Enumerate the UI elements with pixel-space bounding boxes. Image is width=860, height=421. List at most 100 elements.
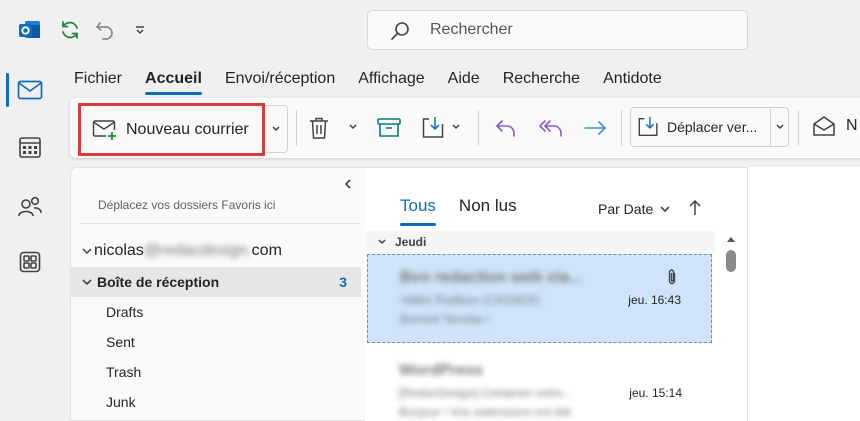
message-sender: WordPress: [399, 362, 484, 379]
move-to-button[interactable]: [421, 115, 447, 141]
rail-active-indicator: [6, 73, 9, 107]
message-time: jeu. 16:43: [628, 293, 681, 307]
move-folder-icon: [638, 116, 658, 136]
archive-icon: [377, 118, 401, 137]
reply-all-icon: [539, 120, 562, 137]
tab-all[interactable]: Tous: [400, 196, 436, 226]
delete-dropdown[interactable]: [347, 120, 359, 134]
folder-inbox[interactable]: Boîte de réception 3: [71, 267, 361, 297]
apps-icon: [19, 251, 41, 273]
group-label: Jeudi: [395, 235, 427, 249]
folder-label: Drafts: [106, 304, 144, 320]
arrow-up-icon[interactable]: [688, 199, 702, 217]
chevron-down-icon: [378, 239, 386, 245]
new-mail-button[interactable]: Nouveau courrier: [78, 103, 265, 156]
new-mail-dropdown[interactable]: [265, 105, 288, 153]
new-mail-label: Nouveau courrier: [126, 120, 249, 138]
chevron-down-icon: [776, 124, 784, 130]
trash-icon: [310, 117, 328, 139]
message-preview: Bonsoir Nicolas !: [400, 312, 491, 326]
favorites-divider: [81, 223, 359, 224]
message-item[interactable]: WordPress [RedacDesign] Certaines votre.…: [367, 348, 712, 421]
sort-label: Par Date: [598, 201, 654, 217]
customize-toolbar-icon[interactable]: [128, 18, 152, 42]
people-icon: [18, 196, 42, 217]
ribbon-divider: [621, 110, 622, 146]
message-item[interactable]: Bvo redaction web via... Valkie Radlase …: [367, 254, 712, 343]
rail-calendar[interactable]: [0, 122, 60, 172]
mail-icon: [17, 80, 43, 100]
chevron-left-icon[interactable]: [343, 178, 353, 190]
folder-drafts[interactable]: Drafts: [71, 297, 361, 327]
message-subject: [RedacDesign] Certaines votre...: [399, 386, 573, 400]
mark-read-button[interactable]: N: [812, 115, 858, 137]
account-header[interactable]: nicolas @redacdesign. com: [81, 242, 282, 260]
message-time: jeu. 15:14: [629, 386, 682, 400]
app-rail: [0, 60, 60, 421]
favorites-hint: Déplacez vos dossiers Favoris ici: [98, 198, 276, 212]
menu-tabs: Fichier Accueil Envoi/réception Affichag…: [74, 70, 685, 95]
account-name-suffix: com: [251, 242, 282, 259]
forward-button[interactable]: [583, 115, 609, 141]
new-mail-icon: [92, 119, 116, 140]
attachment-icon: [668, 269, 676, 285]
outlook-logo-icon: [19, 19, 41, 41]
folder-label: Sent: [106, 334, 135, 350]
tab-aide[interactable]: Aide: [448, 70, 480, 92]
ribbon-divider: [296, 110, 297, 146]
message-filter-tabs: Tous Non lus: [400, 196, 540, 226]
rail-apps[interactable]: [0, 237, 60, 287]
tab-accueil[interactable]: Accueil: [145, 70, 202, 95]
scroll-up-icon[interactable]: [725, 234, 737, 244]
folder-trash[interactable]: Trash: [71, 357, 361, 387]
calendar-icon: [19, 137, 41, 158]
title-bar: Rechercher: [0, 0, 860, 60]
tab-antidote[interactable]: Antidote: [603, 70, 662, 92]
group-header[interactable]: Jeudi: [365, 231, 715, 253]
tab-envoi-reception[interactable]: Envoi/réception: [225, 70, 335, 92]
chevron-down-icon: [272, 126, 280, 132]
message-list-scrollbar[interactable]: [725, 234, 737, 421]
reply-icon: [496, 120, 515, 137]
scrollbar-thumb[interactable]: [726, 250, 736, 272]
tab-fichier[interactable]: Fichier: [74, 70, 122, 92]
reply-all-button[interactable]: [538, 115, 564, 141]
reply-button[interactable]: [493, 115, 519, 141]
folder-label: Junk: [106, 394, 136, 410]
ribbon-divider: [798, 110, 799, 146]
search-input[interactable]: Rechercher: [367, 10, 748, 50]
folder-junk[interactable]: Junk: [71, 387, 361, 417]
message-preview: Bonjour ! Vos extensions ont été: [399, 405, 572, 419]
folder-pane: Déplacez vos dossiers Favoris ici nicola…: [70, 167, 365, 421]
tab-affichage[interactable]: Affichage: [358, 70, 424, 92]
tab-unread[interactable]: Non lus: [459, 196, 517, 216]
undo-icon[interactable]: [93, 18, 117, 42]
rail-mail[interactable]: [0, 65, 60, 115]
chevron-down-icon: [660, 206, 670, 213]
move-dropdown[interactable]: [770, 107, 789, 147]
mail-open-icon: [813, 116, 835, 136]
move-folder-icon: [422, 117, 444, 138]
sync-icon[interactable]: [58, 18, 82, 42]
reading-pane: [747, 167, 860, 421]
folder-label: Boîte de réception: [97, 274, 220, 290]
folder-label: Trash: [106, 364, 142, 380]
account-name-prefix: nicolas: [94, 242, 144, 259]
message-list-pane: Tous Non lus Par Date Jeudi Bvo redactio…: [365, 167, 747, 421]
move-to-dropdown[interactable]: [450, 120, 462, 134]
chevron-down-icon: [82, 248, 92, 255]
ribbon-toolbar: Nouveau courrier Déplacer ver... N: [70, 98, 860, 158]
search-icon: [391, 22, 409, 40]
move-label: Déplacer ver...: [667, 119, 758, 135]
move-button[interactable]: Déplacer ver...: [630, 107, 789, 147]
tab-recherche[interactable]: Recherche: [503, 70, 580, 92]
sort-by-date-button[interactable]: Par Date: [598, 201, 671, 217]
ribbon-divider: [478, 110, 479, 146]
archive-button[interactable]: [376, 115, 402, 141]
rail-people[interactable]: [0, 182, 60, 232]
folder-sent[interactable]: Sent: [71, 327, 361, 357]
delete-button[interactable]: [306, 115, 332, 141]
chevron-down-icon: [452, 124, 460, 130]
search-placeholder: Rechercher: [430, 21, 513, 38]
account-name-redacted: @redacdesign.: [143, 242, 252, 259]
